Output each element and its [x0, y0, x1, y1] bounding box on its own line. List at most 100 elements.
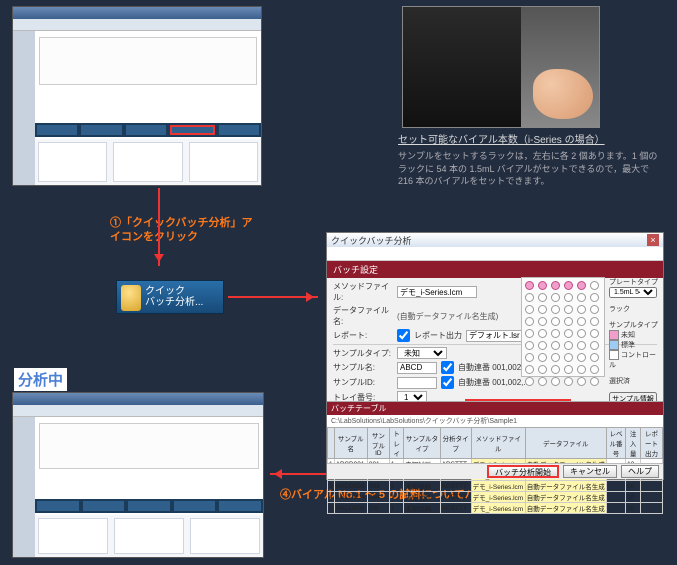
vial-28[interactable] [564, 329, 573, 338]
legend-standard: 標準 [621, 342, 635, 349]
vial-20[interactable] [538, 317, 547, 326]
vial-5[interactable] [577, 281, 586, 290]
vial-50[interactable] [538, 377, 547, 386]
mode-button[interactable] [174, 501, 216, 511]
table-cell [606, 492, 625, 503]
close-icon[interactable]: × [647, 234, 659, 246]
mode-button[interactable] [37, 125, 77, 135]
vial-3[interactable] [551, 281, 560, 290]
start-batch-button[interactable]: バッチ分析開始 [487, 465, 559, 478]
sample-name-input[interactable] [397, 362, 437, 374]
quickbtn-line2: バッチ分析... [145, 297, 203, 308]
vial-9[interactable] [551, 293, 560, 302]
mode-button[interactable] [81, 125, 121, 135]
quick-batch-analysis-button[interactable]: クイック バッチ分析... [116, 280, 224, 314]
vial-33[interactable] [551, 341, 560, 350]
sample-name-auto-checkbox[interactable] [441, 361, 454, 374]
sample-id-input[interactable] [397, 377, 437, 389]
sample-name-auto-label: 自動連番 001,002,... [458, 362, 530, 373]
table-row[interactable]: 4ABCD0040041未知試料ADSTTTデモ_i-Series.lcm自動デ… [328, 492, 663, 503]
report-file-input[interactable] [466, 330, 526, 342]
vial-47[interactable] [577, 365, 586, 374]
vial-43[interactable] [525, 365, 534, 374]
vial-8[interactable] [538, 293, 547, 302]
vial-16[interactable] [564, 305, 573, 314]
help-button[interactable]: ヘルプ [621, 465, 659, 478]
table-row[interactable]: 3ABCD0030031未知試料ADSTTTデモ_i-Series.lcm自動デ… [328, 481, 663, 492]
vial-2[interactable] [538, 281, 547, 290]
sample-type-label: サンプルタイプ: [333, 348, 393, 359]
vial-21[interactable] [551, 317, 560, 326]
legend-unknown: 未知 [621, 332, 635, 339]
vial-34[interactable] [564, 341, 573, 350]
arrow-step1 [158, 188, 160, 266]
report-output-checkbox[interactable] [397, 329, 410, 342]
vial-45[interactable] [551, 365, 560, 374]
vial-29[interactable] [577, 329, 586, 338]
vial-23[interactable] [577, 317, 586, 326]
mode-button[interactable] [37, 501, 79, 511]
table-cell: 003 [367, 481, 389, 492]
vial-22[interactable] [564, 317, 573, 326]
vial-37[interactable] [525, 353, 534, 362]
hand-icon [533, 69, 593, 119]
batch-table-header: バッチテーブル [327, 402, 663, 415]
mode-button[interactable] [219, 125, 259, 135]
vial-42[interactable] [590, 353, 599, 362]
cancel-button[interactable]: キャンセル [563, 465, 617, 478]
vial-17[interactable] [577, 305, 586, 314]
vial-27[interactable] [551, 329, 560, 338]
vial-10[interactable] [564, 293, 573, 302]
vial-39[interactable] [551, 353, 560, 362]
vial-11[interactable] [577, 293, 586, 302]
vial-7[interactable] [525, 293, 534, 302]
vial-6[interactable] [590, 281, 599, 290]
vial-14[interactable] [538, 305, 547, 314]
vial-36[interactable] [590, 341, 599, 350]
vial-13[interactable] [525, 305, 534, 314]
vial-54[interactable] [590, 377, 599, 386]
vial-15[interactable] [551, 305, 560, 314]
mode-button[interactable] [219, 501, 261, 511]
main-app-window-running [12, 392, 264, 558]
vial-26[interactable] [538, 329, 547, 338]
vial-25[interactable] [525, 329, 534, 338]
vial-51[interactable] [551, 377, 560, 386]
mode-button[interactable] [126, 125, 166, 135]
app-toolbar [13, 405, 263, 417]
vial-31[interactable] [525, 341, 534, 350]
plate-type-label: プレートタイプ [609, 277, 659, 287]
batch-col-header: 注入量 [626, 428, 641, 459]
vial-18[interactable] [590, 305, 599, 314]
table-row[interactable]: 5ABCD0050051未知試料ADSTTTデモ_i-Series.lcm自動デ… [328, 503, 663, 514]
vial-12[interactable] [590, 293, 599, 302]
quick-batch-dialog: クイックバッチ分析 × バッチ設定 メソッドファイル: データファイル名: (自… [326, 232, 664, 480]
vial-19[interactable] [525, 317, 534, 326]
vial-52[interactable] [564, 377, 573, 386]
table-cell: ABCD003 [334, 481, 367, 492]
vial-49[interactable] [525, 377, 534, 386]
vial-4[interactable] [564, 281, 573, 290]
step-1-label: ①「クイックバッチ分析」アイコンをクリック [110, 216, 260, 245]
vial-38[interactable] [538, 353, 547, 362]
vial-30[interactable] [590, 329, 599, 338]
vial-46[interactable] [564, 365, 573, 374]
vial-44[interactable] [538, 365, 547, 374]
mode-button[interactable] [128, 501, 170, 511]
vial-1[interactable] [525, 281, 534, 290]
quick-batch-mode-button[interactable] [170, 125, 214, 135]
plate-type-select[interactable]: 1.5mL 54バイアル [609, 287, 657, 298]
mode-button[interactable] [83, 501, 125, 511]
vial-53[interactable] [577, 377, 586, 386]
vial-41[interactable] [577, 353, 586, 362]
vial-24[interactable] [590, 317, 599, 326]
vial-40[interactable] [564, 353, 573, 362]
caption-body: サンプルをセットするラックは，左右に各 2 個あります。1 個のラックに 54 … [398, 150, 660, 188]
vial-rack-map[interactable] [521, 277, 605, 377]
vial-48[interactable] [590, 365, 599, 374]
sample-id-auto-checkbox[interactable] [441, 376, 454, 389]
vial-32[interactable] [538, 341, 547, 350]
sample-type-select[interactable]: 未知 [397, 347, 447, 359]
vial-35[interactable] [577, 341, 586, 350]
method-file-input[interactable] [397, 286, 477, 298]
